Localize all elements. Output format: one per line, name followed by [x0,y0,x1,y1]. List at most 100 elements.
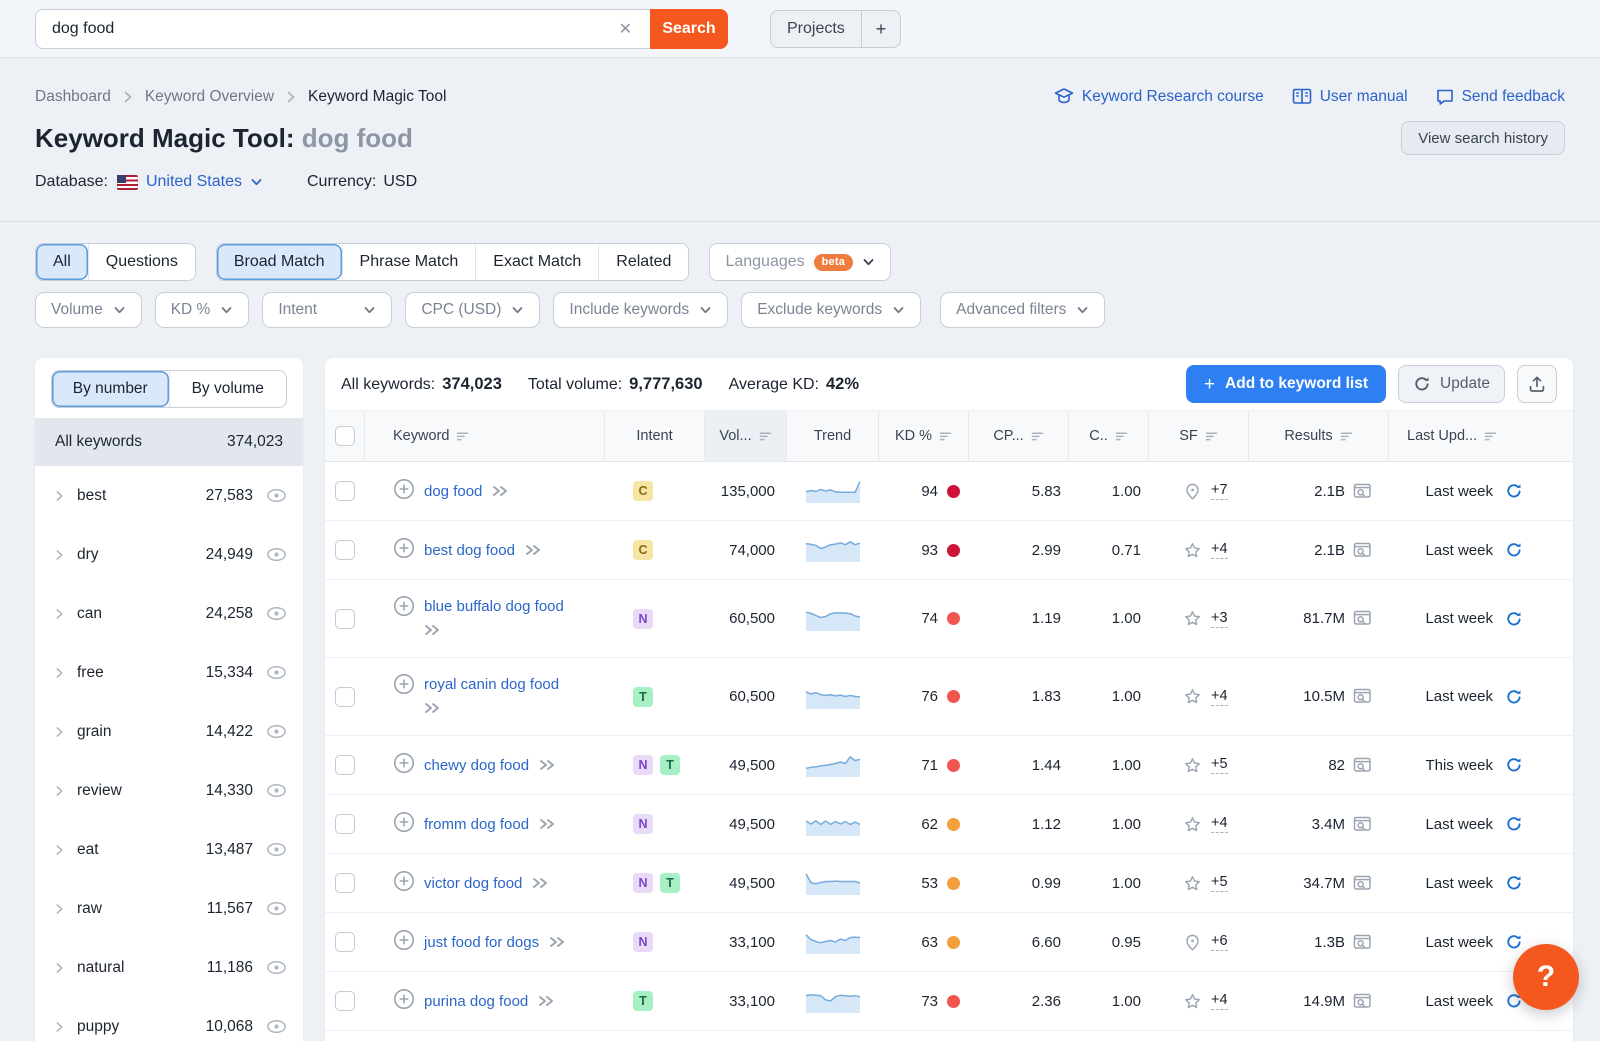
expand-keyword-icon[interactable] [492,485,509,497]
match-tab-exact-match[interactable]: Exact Match [475,244,598,280]
expand-keyword-icon[interactable] [539,818,556,830]
refresh-icon[interactable] [1505,610,1523,628]
serp-preview-icon[interactable] [1353,757,1373,774]
column-header-vol[interactable]: Vol... [705,411,787,461]
search-input[interactable] [52,20,611,38]
refresh-icon[interactable] [1505,541,1523,559]
keyword-group-raw[interactable]: raw11,567 [35,879,303,938]
add-keyword-icon[interactable] [393,988,415,1010]
add-keyword-icon[interactable] [393,870,415,892]
serp-features-count[interactable]: +5 [1211,874,1228,892]
serp-features-count[interactable]: +4 [1211,815,1228,833]
serp-features-count[interactable]: +4 [1211,992,1228,1010]
keyword-link[interactable]: fromm dog food [424,816,529,833]
serp-preview-icon[interactable] [1353,610,1373,627]
expand-keyword-icon[interactable] [424,702,441,714]
match-tab-all[interactable]: All [36,244,88,280]
expand-keyword-icon[interactable] [549,936,566,948]
serp-features-count[interactable]: +7 [1211,482,1228,500]
serp-features-count[interactable]: +5 [1211,756,1228,774]
header-link-user-manual[interactable]: User manual [1292,88,1408,106]
add-keyword-icon[interactable] [393,929,415,951]
keyword-group-puppy[interactable]: puppy10,068 [35,997,303,1041]
eye-icon[interactable] [266,842,287,857]
keyword-link[interactable]: purina dog food [424,993,528,1010]
eye-icon[interactable] [266,960,287,975]
update-button[interactable]: Update [1398,365,1505,403]
filter-kd[interactable]: KD % [155,292,250,328]
eye-icon[interactable] [266,724,287,739]
row-checkbox[interactable] [335,687,355,707]
column-header-c[interactable]: C.. [1069,411,1149,461]
export-button[interactable] [1517,365,1557,403]
row-checkbox[interactable] [335,932,355,952]
serp-preview-icon[interactable] [1353,483,1373,500]
eye-icon[interactable] [266,901,287,916]
refresh-icon[interactable] [1505,933,1523,951]
keyword-link[interactable]: royal canin dog food [424,676,559,693]
select-all-checkbox[interactable] [335,426,355,446]
eye-icon[interactable] [266,606,287,621]
keyword-group-review[interactable]: review14,330 [35,761,303,820]
column-header-kd[interactable]: KD % [879,411,969,461]
serp-preview-icon[interactable] [1353,875,1373,892]
view-search-history-button[interactable]: View search history [1401,121,1565,155]
serp-features-count[interactable]: +3 [1211,610,1228,628]
keyword-group-best[interactable]: best27,583 [35,466,303,525]
add-keyword-icon[interactable] [393,478,415,500]
row-checkbox[interactable] [335,540,355,560]
serp-features-count[interactable]: +6 [1211,933,1228,951]
add-keyword-icon[interactable] [393,595,415,617]
filter-cpc-usd[interactable]: CPC (USD) [405,292,540,328]
sidebar-tab-by-volume[interactable]: By volume [169,371,287,407]
serp-preview-icon[interactable] [1353,993,1373,1010]
serp-features-count[interactable]: +4 [1211,541,1228,559]
filter-volume[interactable]: Volume [35,292,142,328]
eye-icon[interactable] [266,488,287,503]
expand-keyword-icon[interactable] [424,624,441,636]
keyword-group-can[interactable]: can24,258 [35,584,303,643]
refresh-icon[interactable] [1505,482,1523,500]
expand-keyword-icon[interactable] [538,995,555,1007]
row-checkbox[interactable] [335,814,355,834]
add-project-tab[interactable]: + [861,11,901,47]
keyword-link[interactable]: blue buffalo dog food [424,598,564,615]
refresh-icon[interactable] [1505,874,1523,892]
column-header-keyword[interactable]: Keyword [365,411,605,461]
header-link-keyword-research-course[interactable]: Keyword Research course [1054,87,1264,106]
breadcrumb-item-keyword-overview[interactable]: Keyword Overview [145,88,274,106]
row-checkbox[interactable] [335,991,355,1011]
keyword-link[interactable]: best dog food [424,542,515,559]
help-button[interactable]: ? [1513,944,1579,1010]
refresh-icon[interactable] [1505,756,1523,774]
match-tab-phrase-match[interactable]: Phrase Match [342,244,476,280]
row-checkbox[interactable] [335,755,355,775]
eye-icon[interactable] [266,783,287,798]
refresh-icon[interactable] [1505,688,1523,706]
column-header-intent[interactable]: Intent [605,411,705,461]
header-link-send-feedback[interactable]: Send feedback [1436,88,1565,106]
column-header-results[interactable]: Results [1249,411,1389,461]
serp-preview-icon[interactable] [1353,816,1373,833]
column-header-trend[interactable]: Trend [787,411,879,461]
expand-keyword-icon[interactable] [532,877,549,889]
add-keyword-icon[interactable] [393,673,415,695]
filter-include-keywords[interactable]: Include keywords [553,292,728,328]
sidebar-all-keywords[interactable]: All keywords 374,023 [35,418,303,466]
eye-icon[interactable] [266,665,287,680]
match-tab-related[interactable]: Related [598,244,688,280]
row-checkbox[interactable] [335,481,355,501]
column-header-sf[interactable]: SF [1149,411,1249,461]
add-keyword-icon[interactable] [393,537,415,559]
add-keyword-icon[interactable] [393,811,415,833]
match-tab-broad-match[interactable]: Broad Match [217,244,342,280]
keyword-link[interactable]: chewy dog food [424,757,529,774]
eye-icon[interactable] [266,547,287,562]
keyword-link[interactable]: just food for dogs [424,934,539,951]
keyword-group-eat[interactable]: eat13,487 [35,820,303,879]
keyword-group-grain[interactable]: grain14,422 [35,702,303,761]
add-to-keyword-list-button[interactable]: + Add to keyword list [1186,365,1386,403]
breadcrumb-item-dashboard[interactable]: Dashboard [35,88,111,106]
clear-search-icon[interactable]: ✕ [611,15,640,43]
match-tab-questions[interactable]: Questions [88,244,195,280]
